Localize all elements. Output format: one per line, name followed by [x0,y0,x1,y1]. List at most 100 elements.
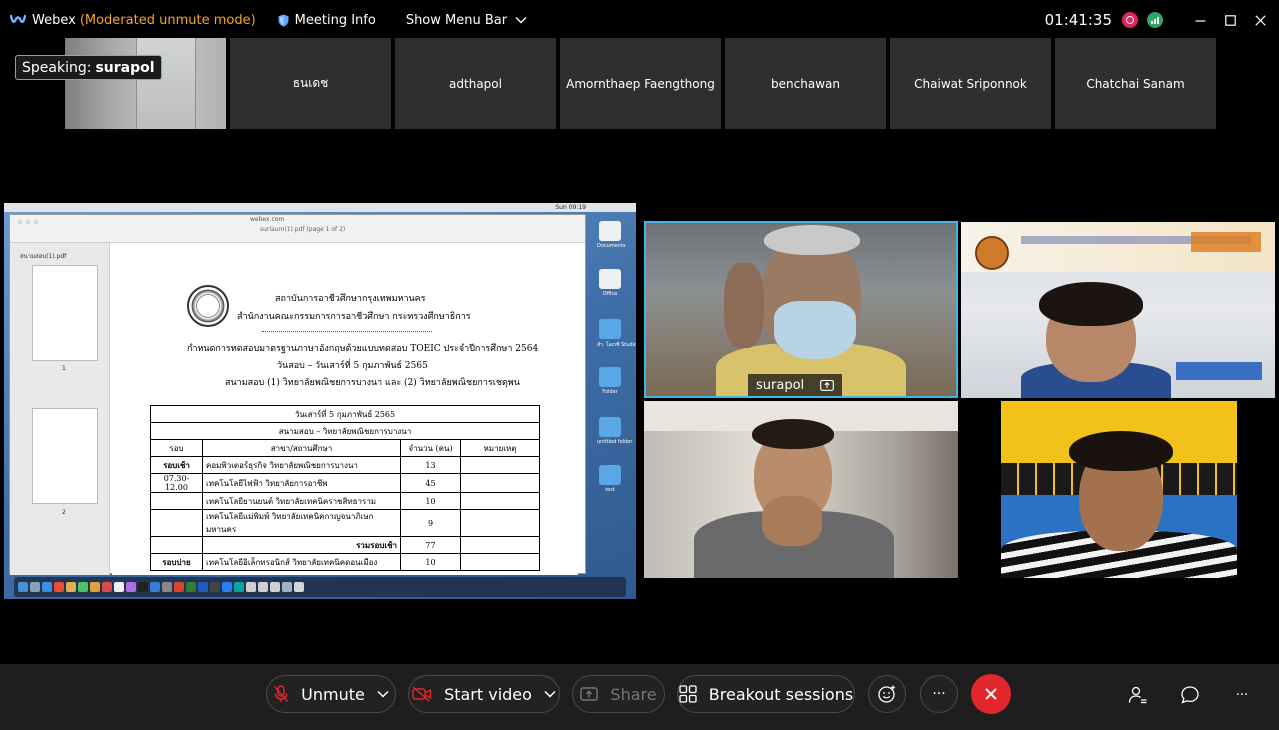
banner-box-shape [1176,362,1262,380]
table-cell: 45 [400,473,461,493]
table-cell: เทคโนโลยีไฟฟ้า วิทยาลัยการอาชีพ [202,473,401,493]
desktop-icon-label: untitled folder [597,439,633,445]
participant-name: Chaiwat Sriponnok [914,76,1027,91]
table-cell: เทคโนโลยียานยนต์ วิทยาลัยเทคนิคราชสิทธาร… [202,492,401,510]
close-icon [984,687,998,701]
page-thumbnail [32,265,98,361]
table-cell [150,536,203,554]
thumb-page-number: 2 [62,509,66,516]
table-header: จำนวน (คน) [400,439,461,457]
doc-venues: สนามสอบ (1) วิทยาลัยพณิชยการบางนา และ (2… [225,378,520,388]
network-health-icon[interactable] [1147,12,1163,28]
desktop-icon: test [597,465,623,493]
moderated-mode-label: (Moderated unmute mode) [79,12,256,28]
filmstrip-tile[interactable]: adthapol [395,38,556,129]
doc-heading: กำหนดการทดสอบมาตรฐานภาษาอังกฤษด้วยแบบทดส… [187,344,539,354]
table-cell [460,456,540,474]
table-cell: 10 [400,553,461,571]
unmute-label: Unmute [301,684,365,704]
doc-org-line2: สำนักงานคณะกรรมการการอาชีวศึกษา กระทรวงศ… [237,312,471,322]
shield-icon [278,14,289,27]
launchpad-icon [30,582,40,592]
participant-name: benchawan [771,76,840,91]
folder-icon [599,465,621,485]
start-video-button[interactable]: Start video [408,675,560,713]
desktop-icon-label: test [605,487,615,493]
pdf-toolbar: webex.com surlaum(1).pdf (page 1 of 2) [10,215,585,243]
speaking-indicator: Speaking: surapol [15,55,162,80]
table-row: รวมรอบเช้า 77 [150,536,540,554]
more-options-button[interactable]: ··· [920,675,958,713]
breakout-sessions-button[interactable]: Breakout sessions [677,675,855,713]
filmstrip-video-tile[interactable] [65,38,226,129]
table-cell: 77 [400,536,461,554]
video-tile-participant[interactable] [644,401,958,578]
chevron-down-icon[interactable] [377,690,389,698]
table-cell: เทคโนโลยีแม่พิมพ์ วิทยาลัยเทคนิคกาญจนาภิ… [202,509,401,537]
desktop-icon-label: สำ. โอเรซิ Studio [597,342,636,348]
table-row: รอบบ่าย เทคโนโลยีอิเล็กทรอนิกส์ วิทยาลัย… [150,553,540,571]
office-icon [174,582,184,592]
filmstrip-tile[interactable]: ธนเดช [230,38,391,129]
table-header: สาขา/สถานศึกษา [202,439,401,457]
table-cell: คอมพิวเตอร์ธุรกิจ วิทยาลัยพณิชยการบางนา [202,456,401,474]
video-tile-participant[interactable] [961,401,1275,578]
table-header: หมายเหตุ [460,439,540,457]
participants-icon [1128,685,1148,705]
more-panels-button[interactable]: ··· [1230,683,1254,707]
reactions-button[interactable] [868,675,906,713]
table-cell: 9 [400,509,461,537]
minimize-icon[interactable] [1185,0,1215,40]
filmstrip-tile[interactable]: Chatchai Sanam [1055,38,1216,129]
leave-meeting-button[interactable] [971,674,1011,714]
traffic-lights-icon [17,219,39,225]
meeting-info-button[interactable]: Meeting Info [278,13,376,28]
filmstrip-tile[interactable]: benchawan [725,38,886,129]
desktop-icon: Documents [597,221,626,249]
shared-screen[interactable]: Sun 09:19 webex.com surlaum(1).pdf (page… [4,203,636,599]
pdf-file-name: surlaum(1).pdf (page 1 of 2) [260,226,346,233]
pdf-thumbnail-sidebar: สนามสอบ(1).pdf 1 2 [10,243,110,575]
meeting-timer: 01:41:35 [1044,11,1112,29]
table-cell: 13 [400,456,461,474]
messages-icon [78,582,88,592]
hair-shape [1069,431,1173,471]
speaking-name: surapol [95,59,155,76]
chrome-icon [54,582,64,592]
video-tile-active-speaker[interactable]: surapol [644,221,958,398]
table-title: วันเสาร์ที่ 5 กุมภาพันธ์ 2565 [150,405,540,423]
table-subtitle: สนามสอบ – วิทยาลัยพณิชยการบางนา [150,422,540,440]
close-icon[interactable] [1245,0,1275,40]
table-header: รอบ [150,439,203,457]
maximize-icon[interactable] [1215,0,1245,40]
trash-icon [294,582,304,592]
chevron-down-icon[interactable] [544,690,556,698]
document-icon [599,269,621,289]
table-row: เทคโนโลยียานยนต์ วิทยาลัยเทคนิคราชสิทธาร… [150,492,540,510]
folder-icon [599,417,621,437]
unmute-button[interactable]: Unmute [266,675,396,713]
photos-icon [90,582,100,592]
table-cell [460,473,540,493]
share-button[interactable]: Share [572,675,665,713]
document-icon [599,221,621,241]
recording-icon[interactable] [1122,12,1138,28]
pdf-window: webex.com surlaum(1).pdf (page 1 of 2) ส… [9,214,586,575]
video-tile-participant[interactable] [961,222,1275,398]
hair-shape [752,419,834,449]
participant-name: Chatchai Sanam [1086,76,1185,91]
filmstrip-tile[interactable]: Amornthaep Faengthong [560,38,721,129]
participants-button[interactable] [1126,683,1150,707]
start-video-label: Start video [444,684,532,704]
doc-dates: วันสอบ – วันเสาร์ที่ 5 กุมภาพันธ์ 2565 [277,361,428,371]
more-options-label: ··· [932,686,946,702]
calendar-icon [102,582,112,592]
show-menu-bar-button[interactable]: Show Menu Bar [406,13,527,28]
desktop-icon: untitled folder [597,417,633,445]
table-cell [150,509,203,537]
table-cell: 07.30-12.00 [150,473,203,493]
chat-button[interactable] [1178,683,1202,707]
breakout-sessions-label: Breakout sessions [708,684,854,704]
filmstrip-tile[interactable]: Chaiwat Sriponnok [890,38,1051,129]
participant-name: ธนเดช [292,76,329,90]
